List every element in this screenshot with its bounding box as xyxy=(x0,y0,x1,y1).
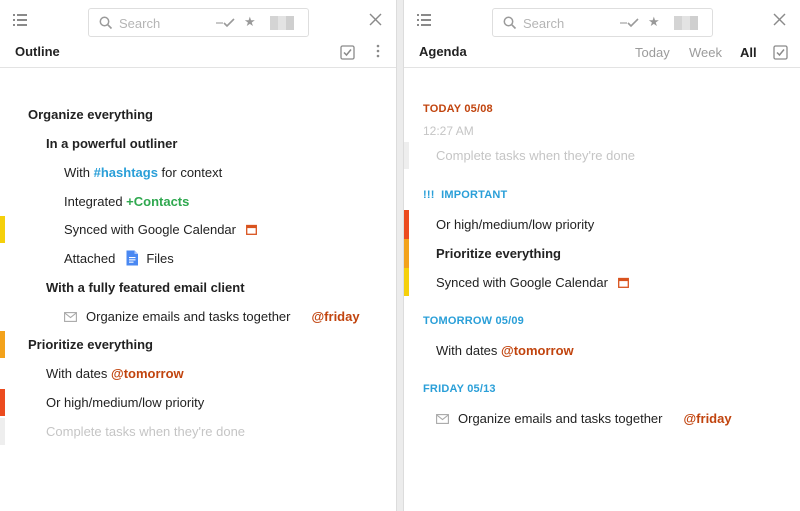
outline-item[interactable]: With dates @tomorrow xyxy=(46,360,184,387)
search-icon xyxy=(503,16,517,30)
more-options-icon[interactable] xyxy=(376,44,380,58)
date-tag[interactable]: @friday xyxy=(312,309,360,324)
list-menu-icon[interactable] xyxy=(13,13,27,27)
outline-item-text: With xyxy=(64,165,94,180)
date-tag[interactable]: @friday xyxy=(684,411,732,426)
priority-bar-medium xyxy=(0,331,5,358)
outline-item-text: In a powerful outliner xyxy=(46,136,178,151)
agenda-item-text: Synced with Google Calendar xyxy=(436,275,608,290)
outline-item-text: Synced with Google Calendar xyxy=(64,222,236,237)
agenda-item-text: Complete tasks when they're done xyxy=(436,148,636,163)
filter-week[interactable]: Week xyxy=(689,45,722,60)
agenda-search-input[interactable] xyxy=(523,14,623,32)
list-menu-icon[interactable] xyxy=(417,13,431,27)
filter-all[interactable]: All xyxy=(740,45,757,60)
section-friday: FRIDAY 05/13 xyxy=(423,383,496,395)
app-window: ★ Outline xyxy=(0,0,800,511)
calendar-icon xyxy=(617,277,629,288)
outline-item[interactable]: In a powerful outliner xyxy=(46,130,177,157)
outline-item-text: With dates xyxy=(46,366,112,381)
outline-item-text: Complete tasks when they're done xyxy=(46,424,246,439)
calendar-icon xyxy=(245,224,257,235)
outline-item[interactable]: Integrated +Contacts xyxy=(64,188,189,215)
date-tag[interactable]: @tomorrow xyxy=(501,343,574,358)
outline-item[interactable]: Organize everything xyxy=(28,101,153,128)
outline-item-text: for context xyxy=(157,165,223,180)
priority-bar-done xyxy=(404,142,409,169)
checkbox-toggle-icon[interactable] xyxy=(340,45,355,60)
agenda-item-text: With dates xyxy=(436,343,502,358)
outline-title: Outline xyxy=(15,44,60,59)
close-icon[interactable] xyxy=(773,13,786,26)
outline-item[interactable]: Attached Files xyxy=(64,245,174,272)
agenda-item-completed[interactable]: Complete tasks when they're done xyxy=(436,142,635,169)
section-tomorrow: TOMORROW 05/09 xyxy=(423,315,525,327)
priority-bar-medium xyxy=(404,239,409,268)
priority-bar-low xyxy=(0,216,5,243)
completed-filter-icon[interactable] xyxy=(216,17,236,29)
outline-item-text: Or high/medium/low priority xyxy=(46,395,205,410)
agenda-item-text: Organize emails and tasks together xyxy=(458,411,663,426)
outline-item[interactable]: Prioritize everything xyxy=(28,331,153,358)
agenda-item-text: Prioritize everything xyxy=(436,246,561,261)
star-icon[interactable]: ★ xyxy=(244,14,256,30)
search-icon xyxy=(99,16,113,30)
agenda-item[interactable]: Prioritize everything xyxy=(436,240,561,267)
agenda-panel: ★ Agenda Today Week All xyxy=(403,0,800,511)
time-label: 12:27 AM xyxy=(423,124,474,138)
outline-item[interactable]: Or high/medium/low priority xyxy=(46,389,204,416)
section-important-label: IMPORTANT xyxy=(441,189,508,201)
outline-header: Outline xyxy=(0,42,396,68)
agenda-item[interactable]: Organize emails and tasks together @frida… xyxy=(436,405,732,432)
outline-item-text: Prioritize everything xyxy=(28,337,153,352)
contact-link[interactable]: +Contacts xyxy=(126,194,189,209)
agenda-search-box: ★ xyxy=(492,8,713,37)
outline-panel: ★ Outline xyxy=(0,0,397,511)
important-icon: !!! xyxy=(423,189,435,201)
outline-item-text: Organize emails and tasks together xyxy=(86,309,291,324)
close-icon[interactable] xyxy=(369,13,382,26)
star-icon[interactable]: ★ xyxy=(648,14,660,30)
outline-item-completed[interactable]: Complete tasks when they're done xyxy=(46,418,245,445)
hashtag-link[interactable]: #hashtags xyxy=(94,165,158,180)
agenda-item[interactable]: With dates @tomorrow xyxy=(436,337,574,364)
color-filter-icon[interactable] xyxy=(270,16,294,30)
agenda-title: Agenda xyxy=(419,44,467,59)
outline-item-text: Organize everything xyxy=(28,107,153,122)
google-docs-icon[interactable] xyxy=(125,250,139,266)
email-icon xyxy=(436,414,449,424)
priority-bar-done xyxy=(0,418,5,445)
priority-bar-low xyxy=(404,268,409,296)
priority-bar-high xyxy=(0,389,5,416)
outline-item[interactable]: Synced with Google Calendar xyxy=(64,216,257,243)
checkbox-toggle-icon[interactable] xyxy=(773,45,788,60)
agenda-item-text: Or high/medium/low priority xyxy=(436,217,595,232)
color-filter-icon[interactable] xyxy=(674,16,698,30)
completed-filter-icon[interactable] xyxy=(620,17,640,29)
section-today: TODAY 05/08 xyxy=(423,103,493,115)
outline-item[interactable]: Organize emails and tasks together @frida… xyxy=(64,303,360,330)
priority-bar-high xyxy=(404,210,409,239)
section-important: !!! IMPORTANT xyxy=(423,189,507,201)
outline-item-text: With a fully featured email client xyxy=(46,280,245,295)
agenda-header: Agenda Today Week All xyxy=(404,42,800,68)
email-icon xyxy=(64,312,77,322)
outline-item[interactable]: With a fully featured email client xyxy=(46,274,245,301)
outline-item-text: Attached xyxy=(64,251,116,266)
outline-search-input[interactable] xyxy=(119,14,219,32)
outline-item-text: Integrated xyxy=(64,194,127,209)
outline-item[interactable]: With #hashtags for context xyxy=(64,159,222,186)
agenda-item[interactable]: Or high/medium/low priority xyxy=(436,211,594,238)
agenda-item[interactable]: Synced with Google Calendar xyxy=(436,269,629,296)
outline-search-box: ★ xyxy=(88,8,309,37)
date-tag[interactable]: @tomorrow xyxy=(111,366,184,381)
agenda-topbar: ★ xyxy=(404,0,800,42)
outline-topbar: ★ xyxy=(0,0,396,42)
attachment-link[interactable]: Files xyxy=(146,251,173,266)
filter-today[interactable]: Today xyxy=(635,45,670,60)
